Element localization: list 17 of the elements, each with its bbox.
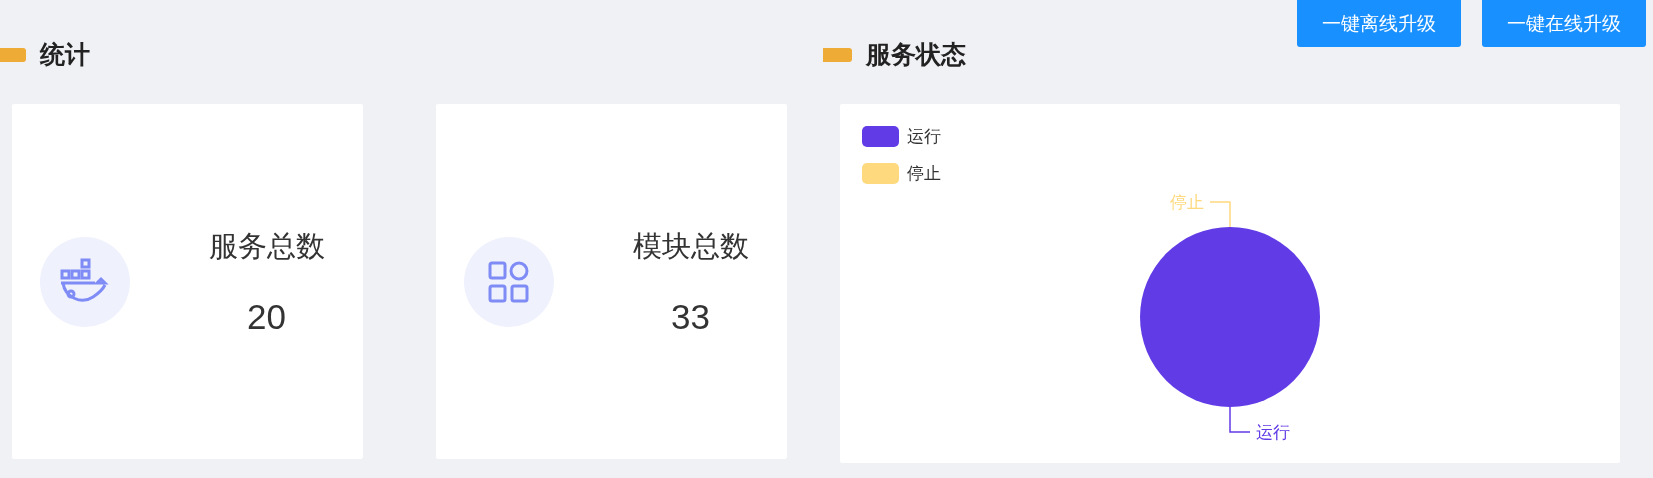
leader-line (1209, 201, 1231, 228)
upgrade-button[interactable]: 一键离线升级 (1297, 0, 1461, 47)
grid-icon (487, 259, 531, 304)
legend-label: 运行 (907, 125, 941, 148)
stat-value: 20 (247, 296, 286, 337)
upgrade-button[interactable]: 一键在线升级 (1482, 0, 1646, 47)
title-marker (0, 47, 26, 62)
section-title: 统计 (40, 39, 90, 71)
slice-label: 停止 (1170, 192, 1204, 212)
title-marker (823, 47, 852, 62)
section-title: 服务状态 (866, 39, 966, 71)
stat-label: 服务总数 (208, 227, 325, 265)
leader-line (1229, 406, 1251, 433)
legend-label: 停止 (907, 162, 941, 185)
stat-value: 33 (671, 296, 710, 337)
stat-label: 模块总数 (632, 227, 749, 265)
slice-label: 运行 (1256, 422, 1290, 442)
